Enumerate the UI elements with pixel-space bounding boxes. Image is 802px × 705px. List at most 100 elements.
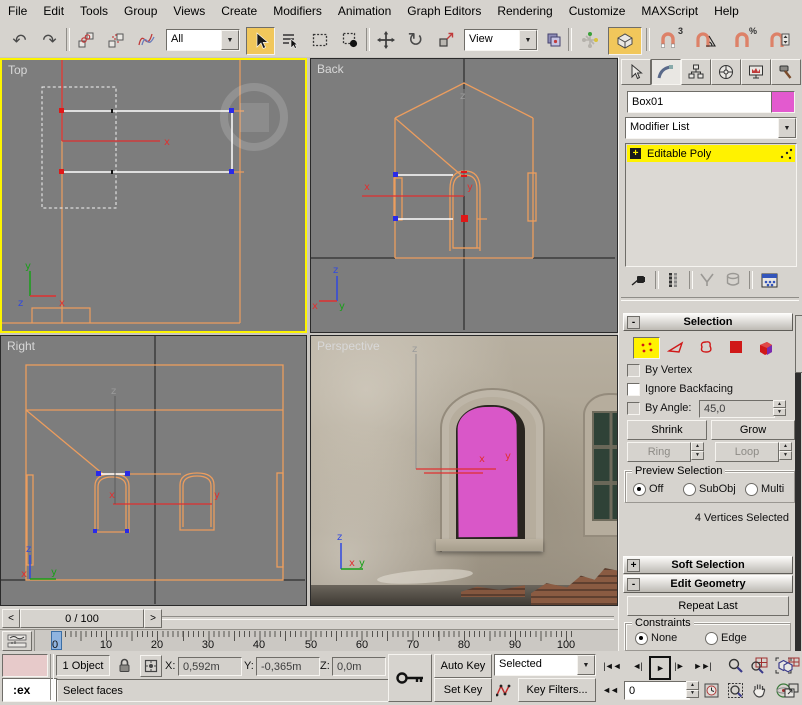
set-key-button[interactable]: Set Key: [434, 678, 492, 702]
menu-maxscript[interactable]: MAXScript: [633, 4, 706, 18]
selection-set-dropdown[interactable]: Selected ▼: [494, 654, 596, 676]
viewport-back-label[interactable]: Back: [317, 62, 344, 76]
y-coordinate-field[interactable]: -0,365m: [256, 657, 320, 676]
menu-edit[interactable]: Edit: [35, 4, 72, 18]
menu-animation[interactable]: Animation: [330, 4, 399, 18]
spinner-snap-toggle-icon[interactable]: [762, 27, 796, 53]
select-by-name-icon[interactable]: [276, 27, 303, 53]
frame-spinner[interactable]: ▲ ▼: [686, 681, 699, 698]
viewport-right-label[interactable]: Right: [7, 339, 35, 353]
element-subobject-button[interactable]: [753, 337, 778, 357]
constraints-edge-radio[interactable]: [705, 632, 718, 645]
open-mini-curve-editor-button[interactable]: [2, 631, 32, 651]
bind-to-space-warp-icon[interactable]: [132, 27, 159, 53]
maxscript-listener-pink[interactable]: [2, 654, 48, 677]
menu-views[interactable]: Views: [165, 4, 213, 18]
menu-tools[interactable]: Tools: [72, 4, 116, 18]
min-max-toggle-icon[interactable]: [780, 679, 802, 701]
modifier-list-dropdown[interactable]: Modifier List ▼: [625, 117, 797, 139]
preview-subobj-radio[interactable]: [683, 483, 696, 496]
by-angle-field[interactable]: 45,0: [699, 400, 775, 418]
key-filters-button[interactable]: Key Filters...: [518, 678, 596, 702]
stack-expand-icon[interactable]: +: [630, 148, 641, 159]
reference-coordinate-system-dropdown[interactable]: View ▼: [464, 29, 538, 51]
make-unique-button[interactable]: [695, 270, 719, 290]
chevron-down-icon[interactable]: ▼: [577, 655, 595, 675]
border-subobject-button[interactable]: [693, 337, 718, 357]
modifier-stack[interactable]: + Editable Poly: [625, 143, 797, 267]
vertex-subobject-button[interactable]: [633, 337, 660, 359]
menu-modifiers[interactable]: Modifiers: [265, 4, 330, 18]
pan-hand-icon[interactable]: [748, 679, 770, 701]
ring-button[interactable]: Ring: [627, 442, 691, 462]
transform-gizmo[interactable]: [61, 60, 160, 142]
viewport-right[interactable]: Right z x y z x y: [0, 335, 307, 606]
viewport-top[interactable]: Top x y z x: [0, 58, 307, 333]
undo-icon[interactable]: ↶: [6, 27, 33, 53]
panel-scrollbar-thumb[interactable]: [795, 315, 802, 373]
edge-subobject-button[interactable]: [663, 337, 688, 357]
tab-modify[interactable]: [651, 59, 681, 85]
goto-start-button[interactable]: |◄◄: [600, 656, 624, 676]
by-angle-checkbox[interactable]: [627, 402, 640, 415]
redo-icon[interactable]: ↷: [36, 27, 63, 53]
zoom-all-icon[interactable]: [748, 654, 770, 676]
panel-scrollbar[interactable]: [795, 315, 802, 651]
tab-motion[interactable]: [711, 59, 741, 85]
loop-spinner[interactable]: ▲ ▼: [779, 442, 792, 460]
trackbar-ruler[interactable]: 0 10 20 30 40 50 60 70 80 90 100: [34, 630, 617, 651]
z-coordinate-field[interactable]: 0,0m: [332, 657, 386, 676]
menu-create[interactable]: Create: [213, 4, 265, 18]
selection-filter-dropdown[interactable]: All ▼: [166, 29, 240, 51]
preview-multi-radio[interactable]: [745, 483, 758, 496]
rectangular-selection-region-icon[interactable]: [306, 27, 333, 53]
viewport-perspective[interactable]: Perspective z x y z x y: [310, 335, 618, 606]
collapse-icon[interactable]: -: [627, 316, 640, 329]
grow-button[interactable]: Grow: [711, 420, 795, 440]
time-slider-track[interactable]: [162, 616, 614, 620]
select-and-scale-icon[interactable]: [432, 27, 459, 53]
region-zoom-icon[interactable]: [724, 679, 746, 701]
select-and-rotate-icon[interactable]: ↻: [402, 27, 429, 53]
next-frame-button[interactable]: |►: [670, 656, 688, 676]
keyboard-shortcut-override-toggle[interactable]: [608, 27, 642, 55]
play-button[interactable]: ►: [649, 656, 671, 680]
x-coordinate-field[interactable]: 0,592m: [178, 657, 242, 676]
use-pivot-point-center-icon[interactable]: [540, 27, 567, 53]
menu-rendering[interactable]: Rendering: [489, 4, 560, 18]
transform-gizmo[interactable]: [416, 468, 496, 474]
angle-snap-toggle-icon[interactable]: [688, 27, 722, 53]
constraints-none-radio[interactable]: [635, 632, 648, 645]
key-mode-toggle-icon[interactable]: ◄◄: [600, 680, 620, 700]
time-configuration-icon[interactable]: [702, 680, 720, 700]
selection-lock-icon[interactable]: [114, 655, 134, 675]
polygon-subobject-button[interactable]: [723, 337, 748, 357]
tab-display[interactable]: [741, 59, 771, 85]
goto-end-button[interactable]: ►►|: [690, 656, 714, 676]
collapse-icon[interactable]: -: [627, 578, 640, 591]
show-end-result-button[interactable]: [661, 270, 685, 290]
object-name-field[interactable]: Box01: [627, 91, 775, 113]
tab-utilities[interactable]: [771, 59, 801, 85]
pin-stack-button[interactable]: [627, 270, 651, 290]
time-slider-thumb[interactable]: 0 / 100: [20, 609, 144, 628]
chevron-down-icon[interactable]: ▼: [778, 118, 796, 138]
soft-selection-rollout-header[interactable]: + Soft Selection: [623, 556, 793, 574]
default-in-out-tangents-icon[interactable]: [494, 680, 514, 700]
select-object-button[interactable]: [246, 27, 275, 55]
viewport-top-label[interactable]: Top: [8, 63, 27, 77]
zoom-extents-all-icon[interactable]: [780, 654, 802, 676]
zoom-icon[interactable]: [724, 654, 746, 676]
selection-rollout-header[interactable]: - Selection: [623, 313, 793, 331]
tab-hierarchy[interactable]: [681, 59, 711, 85]
expand-icon[interactable]: +: [627, 559, 640, 572]
by-vertex-checkbox[interactable]: [627, 364, 640, 377]
menu-graph-editors[interactable]: Graph Editors: [399, 4, 489, 18]
select-and-manipulate-icon[interactable]: [576, 27, 603, 53]
time-slider-next-button[interactable]: >: [144, 609, 162, 628]
loop-button[interactable]: Loop: [715, 442, 779, 462]
percent-snap-toggle-icon[interactable]: %: [726, 27, 758, 53]
by-angle-spinner[interactable]: ▲ ▼: [773, 400, 786, 416]
absolute-mode-transform-icon[interactable]: [140, 655, 162, 677]
auto-key-button[interactable]: Auto Key: [434, 654, 492, 678]
